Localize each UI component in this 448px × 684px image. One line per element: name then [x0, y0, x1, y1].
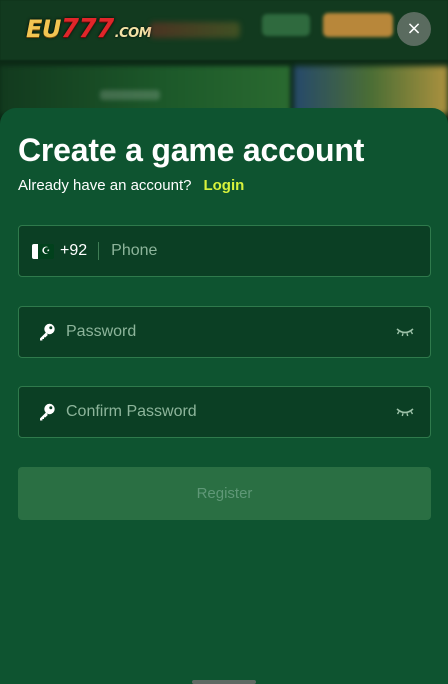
close-button[interactable]: × — [397, 12, 431, 46]
eye-closed-icon[interactable] — [396, 325, 414, 339]
login-prompt-text: Already have an account? — [18, 177, 192, 194]
promo-banner-text-blur — [100, 90, 160, 100]
page-title: Create a game account — [18, 132, 365, 168]
home-indicator — [192, 680, 256, 684]
close-icon: × — [406, 18, 422, 39]
phone-input[interactable] — [111, 226, 430, 276]
header-register-button-blurred — [323, 13, 393, 37]
key-icon — [37, 322, 57, 342]
phone-field: ☪ +92 — [18, 225, 431, 277]
password-field — [18, 306, 431, 358]
header-login-button-blurred — [262, 14, 310, 36]
confirm-password-field — [18, 386, 431, 438]
header-promo-blur — [150, 22, 240, 38]
key-icon — [37, 402, 57, 422]
password-input[interactable] — [66, 307, 396, 357]
field-divider — [98, 242, 100, 260]
pakistan-flag-icon[interactable]: ☪ — [32, 243, 54, 259]
eye-closed-icon[interactable] — [396, 405, 414, 419]
country-code[interactable]: +92 — [60, 242, 87, 260]
register-sheet: Create a game account Already have an ac… — [0, 108, 448, 684]
login-link[interactable]: Login — [203, 177, 244, 194]
login-prompt: Already have an account? Login — [18, 177, 244, 195]
register-button[interactable]: Register — [18, 467, 431, 520]
site-logo: EU 777 .COM — [26, 14, 152, 44]
promo-banner-right — [294, 66, 448, 114]
confirm-password-input[interactable] — [66, 387, 396, 437]
